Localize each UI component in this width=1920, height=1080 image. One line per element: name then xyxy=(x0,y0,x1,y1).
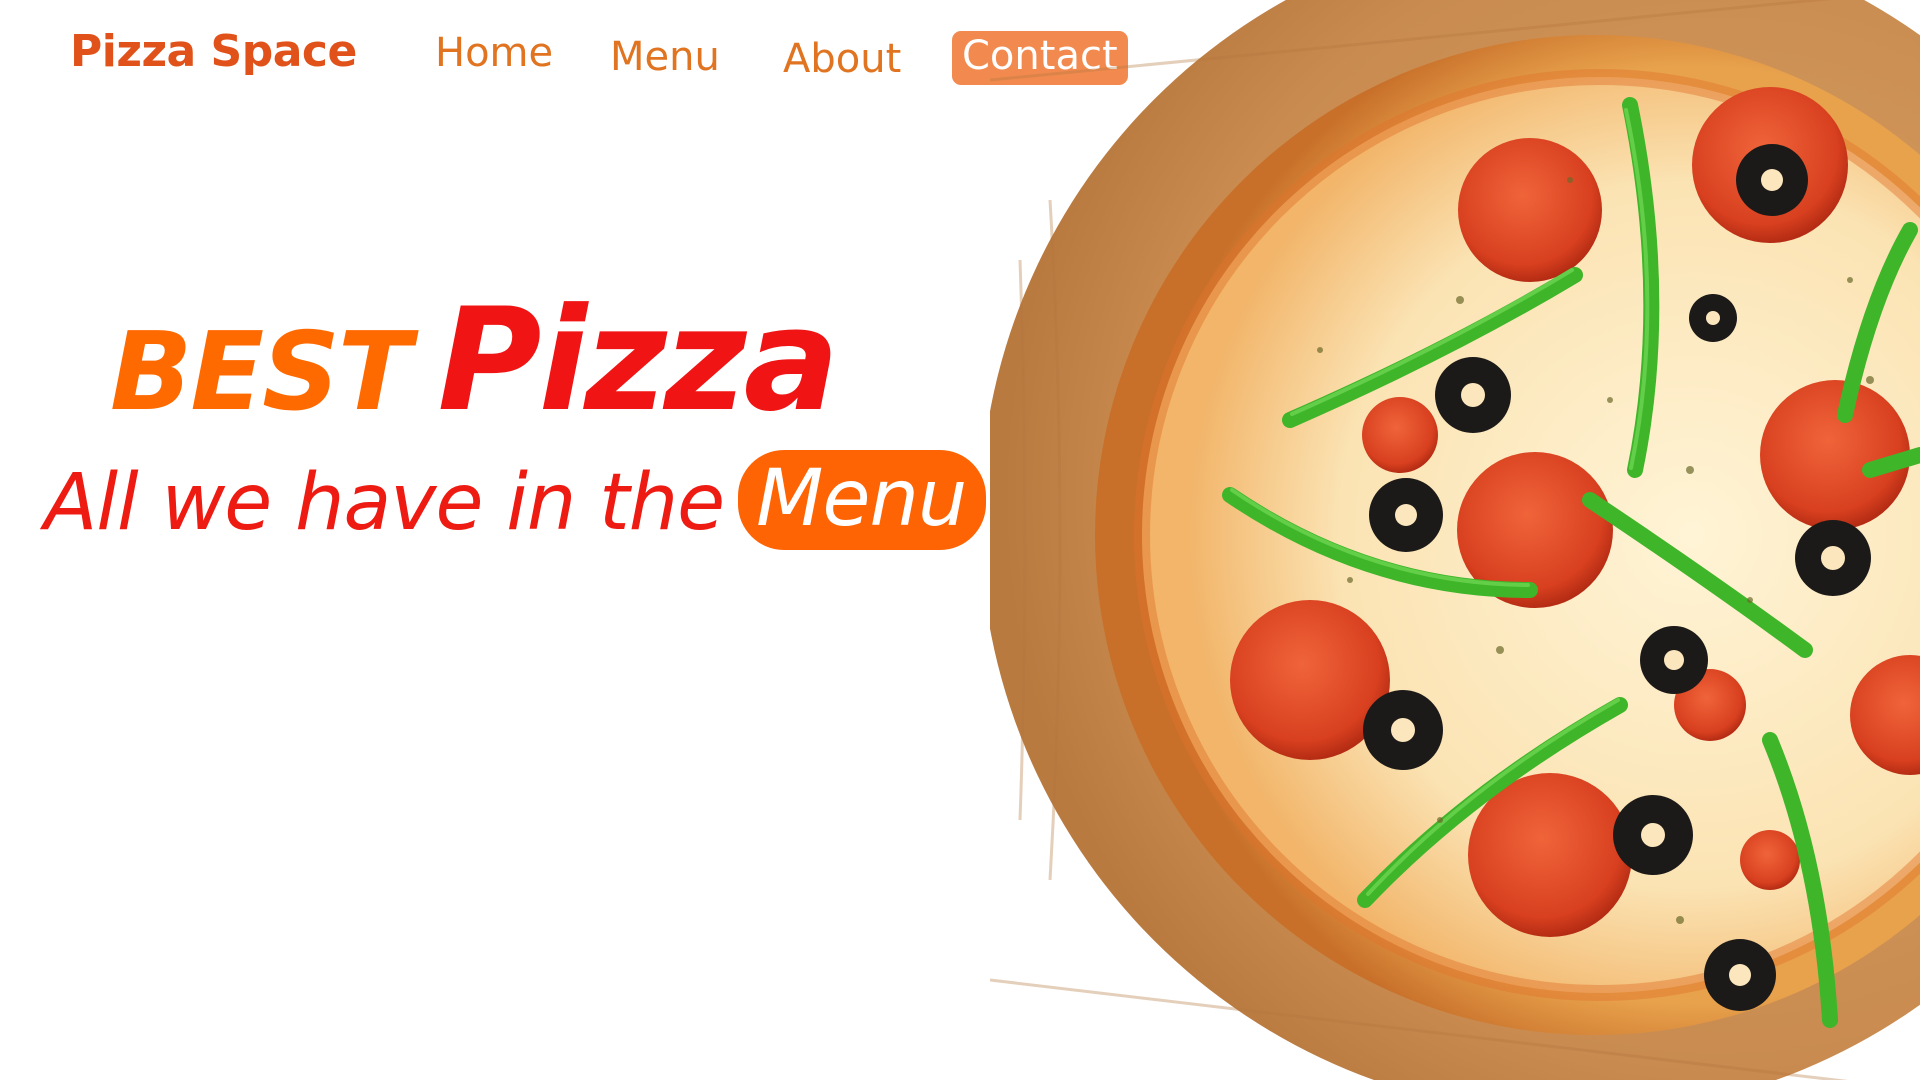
hero-pizza-image xyxy=(990,0,1920,1080)
brand-logo[interactable]: Pizza Space xyxy=(70,26,357,77)
hero-menu-button[interactable]: Menu xyxy=(738,450,987,550)
top-navigation: Pizza Space Home Menu About Contact xyxy=(0,0,1150,120)
nav-home-link[interactable]: Home xyxy=(435,30,553,76)
hero-headline: BEST Pizza xyxy=(110,278,840,443)
nav-about-link[interactable]: About xyxy=(783,36,901,82)
hero-headline-best: BEST xyxy=(110,310,412,435)
nav-menu-link[interactable]: Menu xyxy=(610,34,720,80)
hero-tagline: All we have in the Menu xyxy=(44,450,987,550)
hero-tagline-text: All we have in the xyxy=(44,458,725,548)
hero-headline-pizza: Pizza xyxy=(437,278,840,443)
